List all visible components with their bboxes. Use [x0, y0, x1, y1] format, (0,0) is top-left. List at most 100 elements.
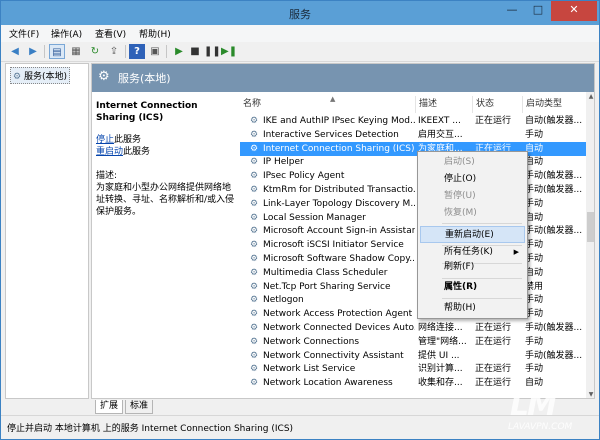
refresh-icon[interactable]: ↻ [87, 44, 103, 59]
description-label: 描述: [96, 171, 118, 181]
service-row[interactable]: ⚙ Netlogon 手动 [240, 293, 586, 307]
pause-service-icon[interactable]: ❚❚ [204, 44, 221, 59]
properties-icon[interactable]: ▦ [68, 44, 84, 59]
column-header-status[interactable]: 状态 [473, 96, 523, 113]
scroll-down-icon[interactable]: ▼ [586, 390, 594, 398]
stop-service-icon[interactable]: ■ [187, 44, 203, 59]
service-status: 正在运行 [475, 323, 512, 333]
toolbar: ◀ ▶ ▤ ▦ ↻ ⇪ ? ▣ ▶ ■ ❚❚ ▶❚ [1, 42, 599, 62]
service-row[interactable]: ⚙ Net.Tcp Port Sharing Service 禁用 [240, 280, 586, 294]
service-name: Local Session Manager [263, 212, 366, 223]
service-description: 管理"网络... [418, 336, 467, 347]
gear-icon: ⚙ [250, 336, 259, 347]
service-startup-type: 手动 [525, 364, 544, 375]
gear-icon: ⚙ [250, 254, 259, 264]
service-row[interactable]: ⚙ Link-Layer Topology Discovery M... 手动 [240, 197, 586, 211]
gear-icon: ⚙ [250, 185, 259, 195]
gear-icon: ⚙ [250, 323, 259, 333]
service-name: Network Connections [263, 336, 360, 347]
menu-action[interactable]: 操作(A) [51, 27, 82, 40]
selected-service-title: Internet Connection Sharing (ICS) [96, 101, 198, 123]
back-arrow-icon[interactable]: ◀ [7, 44, 23, 59]
service-action-links: 停止此服务 重启动此服务 [96, 134, 236, 158]
service-startup-type: 禁用 [525, 281, 544, 292]
service-startup-type: 自动 [525, 212, 544, 223]
service-row[interactable]: ⚙ Network Connectivity Assistant 提供 UI ...… [240, 349, 586, 363]
service-name: KtmRm for Distributed Transactio... [263, 185, 415, 195]
console-tree-icon[interactable]: ▤ [49, 44, 65, 59]
help-icon[interactable]: ? [129, 44, 145, 59]
ctx-properties-menu-item[interactable]: 属性(R) [420, 279, 525, 296]
gear-icon: ⚙ [250, 364, 259, 375]
tab-standard[interactable]: 标准 [125, 400, 154, 414]
service-row[interactable]: ⚙ Network Connections 管理"网络... 正在运行 手动 [240, 335, 586, 349]
service-row[interactable]: ⚙ IPsec Policy Agent 手动(触发器... [240, 169, 586, 183]
service-row[interactable]: ⚙ IKE and AuthIP IPsec Keying Mod... IKEEX… [240, 114, 586, 128]
ctx-stop-menu-item[interactable]: 停止(O) [420, 171, 525, 188]
ctx-start-menu-item[interactable]: 启动(S) [420, 154, 525, 171]
gear-icon: ⚙ [13, 72, 22, 82]
scrollbar-thumb[interactable] [587, 212, 594, 242]
gear-icon: ⚙ [250, 267, 259, 278]
column-header-startup-type[interactable]: 启动类型 [523, 96, 586, 113]
service-startup-type: 手动(触发器... [525, 350, 583, 361]
stop-link-suffix: 此服务 [114, 135, 142, 145]
service-row[interactable]: ⚙ Network List Service 识别计算... 正在运行 手动 [240, 362, 586, 376]
service-startup-type: 手动(触发器... [525, 171, 583, 182]
menu-item-label: 刷新(F) [444, 262, 475, 272]
action-pane-icon[interactable]: ▣ [147, 44, 163, 59]
scroll-up-icon[interactable]: ▲ [586, 92, 594, 102]
ctx-help-menu-item[interactable]: 帮助(H) [420, 300, 525, 317]
tree-node-services-local[interactable]: ⚙ 服务(本地) [10, 67, 70, 84]
site-watermark: LM LAVAVPN.COM [502, 388, 586, 434]
gear-icon: ⚙ [250, 281, 259, 292]
service-row[interactable]: ⚙ Multimedia Class Scheduler 自动 [240, 266, 586, 280]
ctx-resume-menu-item[interactable]: 恢复(M) [420, 205, 525, 222]
menu-item-label: 停止(O) [444, 174, 477, 184]
column-header-name[interactable]: 名称 [240, 96, 416, 113]
tab-extended[interactable]: 扩展 [95, 400, 124, 414]
gear-icon: ⚙ [250, 157, 259, 168]
service-row[interactable]: ⚙ Network Access Protection Agent 手动 [240, 307, 586, 321]
service-startup-type: 手动 [525, 295, 544, 306]
service-name: Microsoft iSCSI Initiator Service [263, 240, 404, 251]
menu-item-label: 恢复(M) [444, 208, 477, 218]
close-button[interactable]: ✕ [551, 1, 597, 21]
service-row[interactable]: ⚙ Interactive Services Detection 启用交互... 手动 [240, 128, 586, 142]
gear-icon: ⚙ [250, 309, 259, 320]
description-panel: Internet Connection Sharing (ICS) 停止此服务 … [92, 92, 240, 398]
restart-link-suffix: 此服务 [123, 147, 151, 157]
menu-file[interactable]: 文件(F) [9, 27, 39, 40]
service-description: 收集和存... [418, 378, 463, 389]
export-list-icon[interactable]: ⇪ [106, 44, 122, 59]
ctx-restart-menu-item[interactable]: 重新启动(E) [420, 226, 525, 243]
vertical-scrollbar[interactable]: ▲ ▼ [586, 92, 594, 398]
menu-item-label: 帮助(H) [444, 303, 476, 313]
service-row[interactable]: ⚙ Microsoft Account Sign-in Assistant 手动(触… [240, 224, 586, 238]
menu-separator [442, 223, 522, 224]
column-header-description[interactable]: 描述 [416, 96, 473, 113]
restart-service-icon[interactable]: ▶❚ [221, 44, 237, 59]
title-bar[interactable]: 服务 — □ ✕ [1, 1, 599, 25]
pane-header: ⚙ 服务(本地) [92, 64, 594, 92]
service-startup-type: 手动(触发器... [525, 226, 583, 237]
maximize-button[interactable]: □ [525, 1, 551, 21]
forward-arrow-icon[interactable]: ▶ [25, 44, 41, 59]
menu-help[interactable]: 帮助(H) [139, 27, 171, 40]
service-row[interactable]: ⚙ IP Helper 自动 [240, 155, 586, 169]
ctx-refresh-menu-item[interactable]: 刷新(F) [420, 259, 525, 276]
service-row[interactable]: ⚙ KtmRm for Distributed Transactio... 手动(触… [240, 183, 586, 197]
menu-view[interactable]: 查看(V) [95, 27, 126, 40]
stop-service-link[interactable]: 停止 [96, 135, 114, 145]
start-service-icon[interactable]: ▶ [171, 44, 187, 59]
minimize-button[interactable]: — [499, 1, 525, 21]
service-startup-type: 自动 [525, 143, 544, 154]
menu-bar: 文件(F) 操作(A) 查看(V) 帮助(H) [1, 25, 599, 42]
service-row[interactable]: ⚙ Network Connected Devices Auto... 网络连接..… [240, 321, 586, 335]
service-row[interactable]: ⚙ Local Session Manager 自动 [240, 211, 586, 225]
ctx-pause-menu-item[interactable]: 暂停(U) [420, 188, 525, 205]
service-row[interactable]: ⚙ Microsoft Software Shadow Copy... 手动 [240, 252, 586, 266]
service-row[interactable]: ⚙ Microsoft iSCSI Initiator Service 手动 [240, 238, 586, 252]
restart-service-link[interactable]: 重启动 [96, 147, 123, 157]
service-row[interactable]: ⚙ Internet Connection Sharing (ICS) 为家庭和..… [240, 141, 586, 156]
